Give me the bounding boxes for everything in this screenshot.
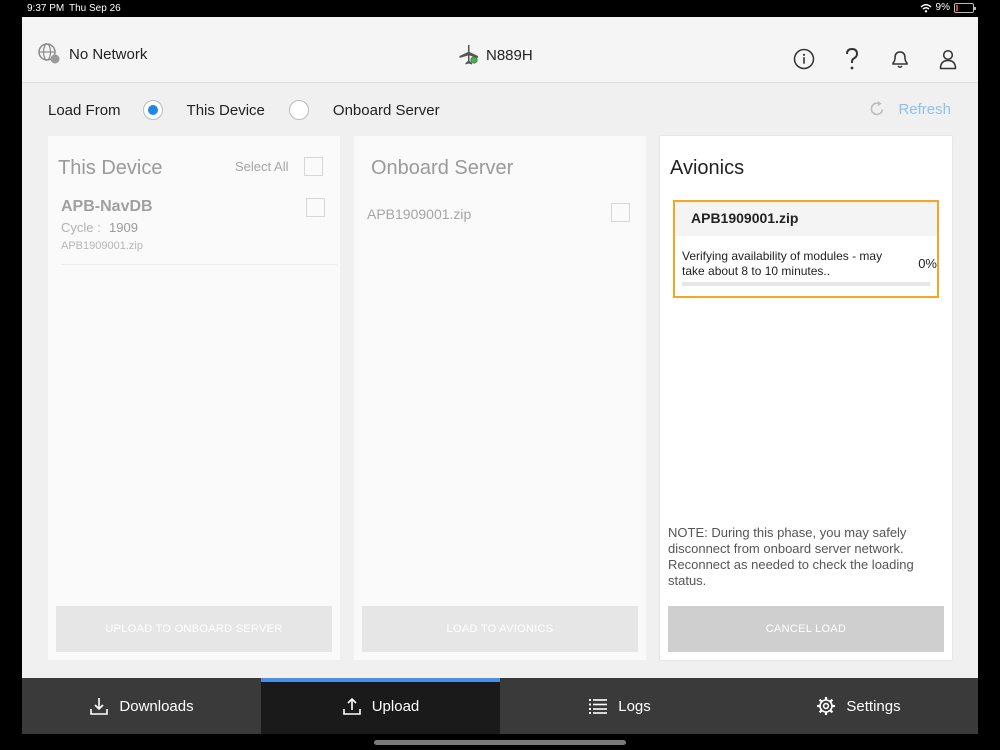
tab-settings[interactable]: Settings	[739, 678, 978, 734]
refresh-icon	[871, 101, 884, 116]
download-icon	[90, 698, 109, 715]
refresh-button[interactable]: Refresh	[868, 100, 951, 118]
card-status-message: Verifying availability of modules - may …	[682, 249, 883, 278]
package-file: APB1909001.zip	[61, 240, 143, 252]
list-divider	[61, 264, 337, 265]
avionics-panel: Avionics APB1909001.zip Verifying availa…	[660, 136, 952, 660]
aircraft-tail: N889H	[458, 44, 533, 66]
this-device-panel: This Device Select All APB-NavDB Cycle :…	[48, 136, 340, 660]
server-file-checkbox[interactable]	[611, 203, 630, 222]
load-from-label: Load From	[48, 101, 121, 119]
notifications-button[interactable]	[888, 47, 912, 71]
bottom-nav: Downloads Upload Logs Settings	[22, 678, 978, 734]
progress-bar	[682, 282, 930, 286]
bell-icon	[892, 51, 908, 68]
upload-icon	[342, 697, 361, 715]
load-to-avionics-button[interactable]: LOAD TO AVIONICS	[362, 606, 638, 652]
tab-logs[interactable]: Logs	[500, 678, 739, 734]
tab-upload[interactable]: Upload	[261, 678, 500, 734]
gear-icon	[817, 697, 836, 715]
status-date: Thu Sep 26	[69, 3, 121, 14]
tab-logs-label: Logs	[618, 697, 651, 715]
radio-onboard-server-label[interactable]: Onboard Server	[333, 102, 440, 119]
list-icon	[589, 699, 608, 714]
select-all-checkbox[interactable]	[304, 157, 323, 176]
upload-to-onboard-server-button[interactable]: UPLOAD TO ONBOARD SERVER	[56, 606, 332, 652]
help-button[interactable]	[840, 47, 864, 71]
user-icon	[939, 49, 957, 70]
help-icon	[846, 47, 859, 70]
tab-downloads[interactable]: Downloads	[22, 678, 261, 734]
package-checkbox[interactable]	[306, 198, 325, 217]
status-right: 9%	[920, 2, 976, 13]
aircraft-icon	[459, 45, 478, 65]
avionics-note: NOTE: During this phase, you may safely …	[668, 525, 914, 588]
radio-onboard-server[interactable]	[288, 100, 309, 120]
this-device-title: This Device	[58, 157, 163, 179]
tab-settings-label: Settings	[846, 697, 901, 715]
package-name: APB-NavDB	[61, 198, 153, 215]
network-label: No Network	[69, 45, 148, 63]
status-time: 9:37 PM	[27, 3, 65, 14]
tail-number: N889H	[486, 46, 533, 64]
info-icon	[793, 48, 815, 70]
network-status: No Network	[37, 43, 147, 65]
header-actions	[792, 47, 960, 71]
wifi-icon	[920, 3, 932, 12]
onboard-server-panel: Onboard Server APB1909001.zip LOAD TO AV…	[354, 136, 646, 660]
load-from-row: Load From This Device Onboard Server	[48, 100, 440, 120]
load-progress-card: APB1909001.zip Verifying availability of…	[673, 200, 939, 298]
card-file-name: APB1909001.zip	[675, 202, 937, 236]
select-all-label[interactable]: Select All	[235, 159, 288, 174]
tab-upload-label: Upload	[371, 697, 420, 715]
battery-icon	[954, 2, 976, 13]
app-header: No Network N889H	[22, 17, 978, 83]
card-percent: 0%	[918, 256, 937, 271]
info-button[interactable]	[792, 47, 816, 71]
home-indicator[interactable]	[374, 740, 626, 745]
cycle-value: 1909	[109, 220, 138, 235]
radio-this-device[interactable]	[142, 100, 163, 120]
server-file: APB1909001.zip	[367, 206, 472, 222]
battery-percent: 9%	[935, 2, 950, 13]
avionics-title: Avionics	[670, 157, 745, 179]
cancel-load-button[interactable]: CANCEL LOAD	[668, 606, 944, 652]
profile-button[interactable]	[936, 47, 960, 71]
tab-downloads-label: Downloads	[119, 697, 194, 715]
cycle-label: Cycle :	[61, 220, 101, 235]
onboard-server-title: Onboard Server	[371, 157, 514, 179]
app-window: No Network N889H Load From This Device O…	[22, 17, 978, 734]
radio-this-device-label[interactable]: This Device	[187, 102, 265, 119]
refresh-label: Refresh	[898, 100, 951, 118]
globe-offline-icon	[38, 43, 60, 64]
status-bar: 9:37 PM Thu Sep 26 9%	[0, 0, 1000, 17]
